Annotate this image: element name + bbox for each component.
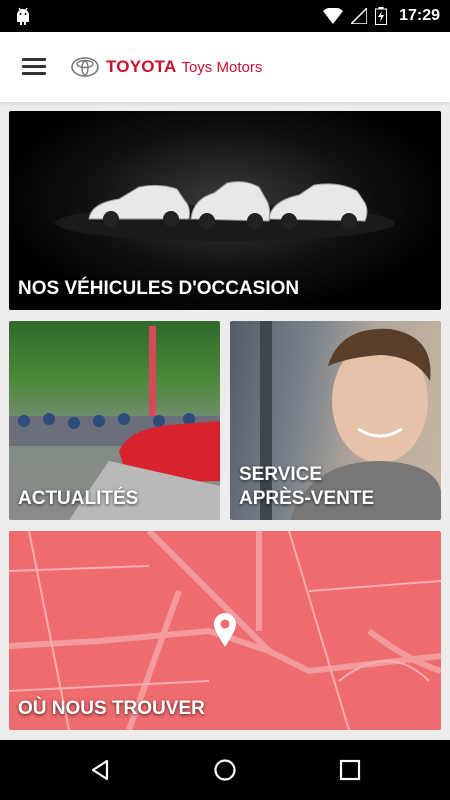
dealer-name: Toys Motors (181, 58, 263, 76)
tile-label: ACTUALITÉS (18, 488, 139, 509)
toyota-emblem-icon (71, 57, 99, 77)
map-pin-icon (214, 613, 236, 647)
tile-find-us[interactable]: OÙ NOUS TROUVER (9, 531, 441, 730)
tile-after-sales[interactable]: SERVICE APRÈS-VENTE (230, 321, 441, 520)
tile-label: NOS VÉHICULES D'OCCASION (18, 278, 300, 299)
brand-name: TOYOTA (106, 57, 177, 76)
back-triangle-icon[interactable] (85, 755, 115, 785)
brand-logo: TOYOTA Toys Motors (70, 54, 262, 80)
wifi-icon (323, 8, 344, 24)
no-signal-icon (351, 8, 368, 24)
battery-charging-icon (375, 7, 388, 25)
navigation-bar (0, 740, 450, 800)
tile-used-vehicles[interactable]: NOS VÉHICULES D'OCCASION (9, 111, 441, 310)
tile-news[interactable]: ACTUALITÉS (9, 321, 220, 520)
app-bar: TOYOTA Toys Motors (0, 32, 450, 102)
label-line-1: SERVICE (239, 464, 323, 485)
home-circle-icon[interactable] (210, 755, 240, 785)
status-bar: 17:29 (0, 0, 450, 32)
hamburger-menu-icon[interactable] (18, 54, 50, 80)
tile-label: OÙ NOUS TROUVER (18, 698, 205, 719)
recents-square-icon[interactable] (335, 755, 365, 785)
label-line-2: APRÈS-VENTE (239, 488, 375, 509)
tile-label: SERVICE APRÈS-VENTE (239, 463, 374, 511)
android-icon (17, 7, 29, 25)
clock: 17:29 (399, 7, 440, 24)
